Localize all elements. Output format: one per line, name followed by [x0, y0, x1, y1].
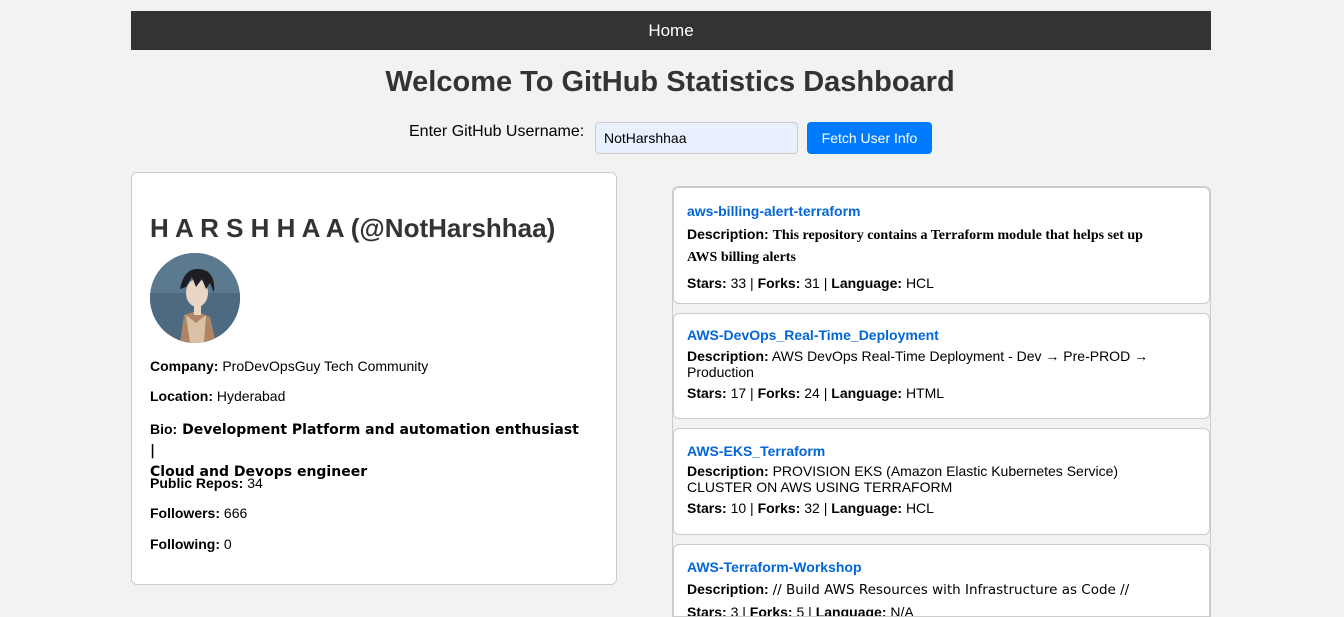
avatar — [150, 253, 240, 343]
profile-followers: Followers: 666 — [150, 505, 247, 521]
avatar-illustration-icon — [150, 253, 240, 343]
stars-label: Stars: — [687, 385, 727, 401]
profile-bio: Bio: Development Platform and automation… — [150, 419, 580, 483]
followers-value: 666 — [223, 505, 248, 521]
language-label: Language: — [831, 385, 903, 401]
language-value: HTML — [905, 385, 945, 401]
bio-label: Bio: — [150, 421, 178, 437]
repo-card: AWS-DevOps_Real-Time_Deployment Descript… — [673, 313, 1210, 419]
profile-company: Company: ProDevOpsGuy Tech Community — [150, 358, 428, 374]
forks-value: 5 — [796, 604, 805, 617]
repo-description-line-1: PROVISION EKS (Amazon Elastic Kubernetes… — [772, 463, 1119, 479]
location-label: Location: — [150, 388, 213, 404]
public-repos-label: Public Repos: — [150, 475, 244, 491]
repo-stats: Stars: 3 | Forks: 5 | Language: N/A — [687, 604, 1196, 617]
forks-value: 32 — [804, 500, 820, 516]
stars-value: 17 — [730, 385, 747, 401]
repo-stats: Stars: 33 | Forks: 31 | Language: HCL — [687, 275, 1196, 291]
separator: | — [823, 275, 828, 291]
repo-description: Description: // Build AWS Resources with… — [687, 581, 1196, 598]
repo-description: Description: This repository contains a … — [687, 224, 1196, 268]
language-label: Language: — [831, 500, 903, 516]
profile-location: Location: Hyderabad — [150, 388, 285, 404]
repo-description-line-1: // Build AWS Resources with Infrastructu… — [772, 582, 1130, 598]
top-navbar: Home — [131, 11, 1211, 50]
repo-name-link[interactable]: AWS-Terraform-Workshop — [687, 559, 1196, 575]
separator: | — [808, 604, 812, 617]
location-value: Hyderabad — [216, 388, 286, 404]
separator: | — [823, 500, 828, 516]
description-label: Description: — [687, 581, 769, 597]
nav-home-link[interactable]: Home — [648, 21, 693, 41]
forks-label: Forks: — [749, 604, 793, 617]
username-label: Enter GitHub Username: — [409, 123, 585, 140]
forks-label: Forks: — [757, 275, 801, 291]
description-label: Description: — [687, 463, 769, 479]
repo-card: AWS-Terraform-Workshop Description: // B… — [673, 544, 1210, 617]
repo-description: Description: PROVISION EKS (Amazon Elast… — [687, 463, 1196, 495]
separator: | — [750, 275, 754, 291]
description-label: Description: — [687, 226, 769, 242]
repo-description-line-2: Production — [687, 364, 754, 380]
stars-value: 10 — [730, 500, 747, 516]
language-label: Language: — [815, 604, 887, 617]
stars-label: Stars: — [687, 604, 727, 617]
stars-label: Stars: — [687, 500, 727, 516]
language-value: N/A — [890, 604, 914, 617]
forks-label: Forks: — [757, 385, 801, 401]
public-repos-value: 34 — [247, 475, 263, 491]
repo-card: AWS-EKS_Terraform Description: PROVISION… — [673, 428, 1210, 535]
stars-value: 3 — [730, 604, 739, 617]
language-label: Language: — [831, 275, 903, 291]
repo-name-link[interactable]: AWS-DevOps_Real-Time_Deployment — [687, 327, 1196, 343]
username-input[interactable] — [595, 122, 798, 154]
page-title: Welcome To GitHub Statistics Dashboard — [385, 66, 955, 98]
separator: | — [750, 500, 754, 516]
repo-description-line-1: This repository contains a Terraform mod… — [772, 228, 1143, 243]
profile-following: Following: 0 — [150, 536, 232, 552]
repo-list[interactable]: aws-billing-alert-terraform Description:… — [672, 186, 1211, 617]
forks-value: 24 — [804, 385, 820, 401]
repo-name-link[interactable]: aws-billing-alert-terraform — [687, 203, 1196, 219]
separator: | — [750, 385, 754, 401]
forks-label: Forks: — [757, 500, 801, 516]
repo-card: aws-billing-alert-terraform Description:… — [673, 187, 1210, 304]
stars-value: 33 — [730, 275, 747, 291]
repo-description-line-2: AWS billing alerts — [687, 250, 796, 265]
repo-description: Description: AWS DevOps Real-Time Deploy… — [687, 348, 1196, 380]
repo-name-link[interactable]: AWS-EKS_Terraform — [687, 443, 1196, 459]
profile-card: H A R S H H A A (@NotHarshhaa) Company: … — [131, 172, 617, 585]
language-value: HCL — [905, 275, 934, 291]
separator: | — [742, 604, 746, 617]
followers-label: Followers: — [150, 505, 221, 521]
separator: | — [823, 385, 828, 401]
description-label: Description: — [687, 348, 769, 364]
repo-description-line-1: AWS DevOps Real-Time Deployment - Dev → … — [771, 348, 1149, 364]
repo-description-line-2: CLUSTER ON AWS USING TERRAFORM — [687, 479, 953, 495]
repo-stats: Stars: 10 | Forks: 32 | Language: HCL — [687, 500, 1196, 516]
repo-stats: Stars: 17 | Forks: 24 | Language: HTML — [687, 385, 1196, 401]
stars-label: Stars: — [687, 275, 727, 291]
following-label: Following: — [150, 536, 220, 552]
bio-line-1: Development Platform and automation enth… — [150, 422, 579, 459]
forks-value: 31 — [804, 275, 820, 291]
profile-public-repos: Public Repos: 34 — [150, 475, 263, 491]
language-value: HCL — [905, 500, 934, 516]
fetch-user-info-button[interactable]: Fetch User Info — [807, 122, 932, 154]
following-value: 0 — [223, 536, 232, 552]
company-label: Company: — [150, 358, 219, 374]
profile-display-name: H A R S H H A A (@NotHarshhaa) — [150, 213, 556, 243]
company-value: ProDevOpsGuy Tech Community — [222, 358, 429, 374]
